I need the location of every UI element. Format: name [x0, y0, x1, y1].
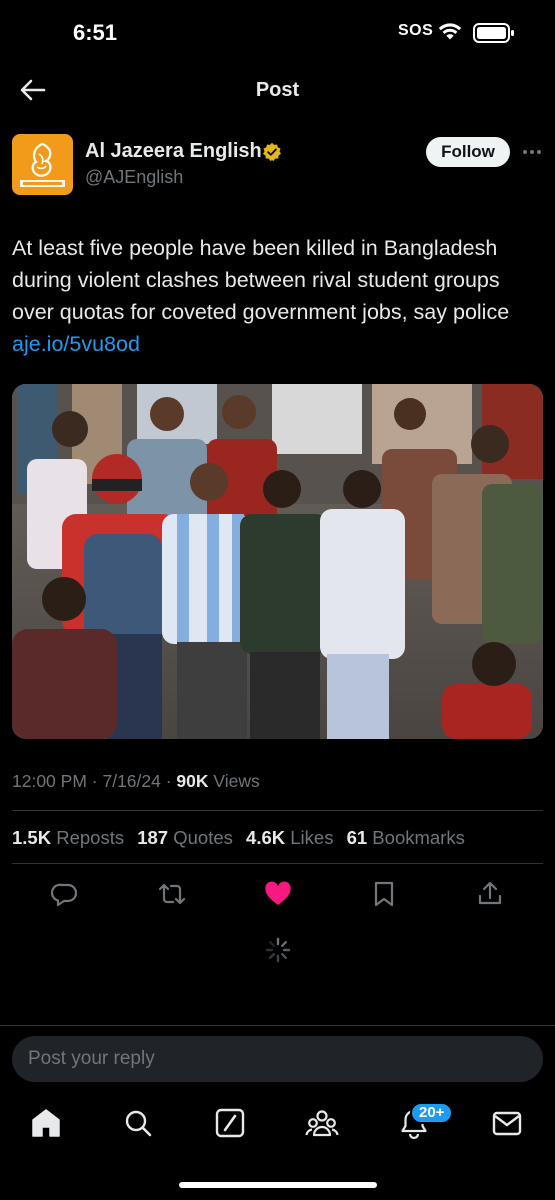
notifications-badge: 20+	[410, 1102, 454, 1124]
bookmark-icon[interactable]	[370, 880, 398, 908]
author-handle[interactable]: @AJEnglish	[85, 167, 183, 188]
more-options-icon[interactable]	[522, 148, 542, 156]
wifi-icon	[438, 23, 462, 40]
like-icon[interactable]	[264, 880, 292, 908]
repost-icon[interactable]	[158, 880, 186, 908]
al-jazeera-logo	[20, 142, 65, 187]
bookmarks-label: Bookmarks	[367, 827, 465, 848]
loading-spinner-icon	[265, 937, 291, 963]
post-text: At least five people have been killed in…	[12, 232, 547, 360]
bookmarks-stat[interactable]: 61 Bookmarks	[347, 827, 465, 848]
post-date: 7/16/24	[102, 771, 161, 791]
views-count: 90K	[176, 771, 209, 791]
communities-icon[interactable]	[305, 1106, 339, 1140]
status-time: 6:51	[73, 20, 118, 45]
share-icon[interactable]	[476, 880, 504, 908]
reply-input[interactable]: Post your reply	[12, 1036, 543, 1082]
avatar[interactable]	[12, 134, 73, 195]
page-title: Post	[255, 79, 300, 101]
post-link[interactable]: aje.io/5vu8od	[12, 332, 140, 356]
post-image[interactable]	[12, 384, 543, 739]
home-icon[interactable]	[29, 1106, 63, 1140]
reposts-stat[interactable]: 1.5K Reposts	[12, 827, 124, 848]
divider	[12, 810, 543, 811]
search-icon[interactable]	[121, 1106, 155, 1140]
likes-count: 4.6K	[246, 827, 286, 848]
divider	[12, 863, 543, 864]
messages-icon[interactable]	[490, 1106, 524, 1140]
divider	[0, 1025, 555, 1026]
meta-separator: ·	[86, 771, 103, 791]
sos-indicator: SOS	[398, 22, 434, 39]
reply-icon[interactable]	[51, 880, 79, 908]
post-time: 12:00 PM	[12, 771, 87, 791]
quotes-label: Quotes	[168, 827, 233, 848]
follow-button[interactable]: Follow	[426, 137, 510, 167]
quotes-stat[interactable]: 187 Quotes	[137, 827, 233, 848]
crowd-photo	[12, 384, 543, 739]
author-name[interactable]: Al Jazeera English	[85, 140, 262, 163]
engagement-stats: 1.5K Reposts 187 Quotes 4.6K Likes 61 Bo…	[12, 827, 473, 849]
verified-badge-icon	[263, 142, 281, 161]
quotes-count: 187	[137, 827, 169, 848]
bookmarks-count: 61	[346, 827, 368, 848]
post-meta: 12:00 PM · 7/16/24 · 90K Views	[12, 771, 260, 792]
home-indicator[interactable]	[179, 1182, 377, 1188]
status-bar: 6:51 SOS	[0, 0, 555, 62]
reposts-label: Reposts	[51, 827, 125, 848]
grok-icon[interactable]	[213, 1106, 247, 1140]
top-nav: Post	[0, 62, 555, 118]
views-label: Views	[208, 771, 260, 791]
likes-label: Likes	[285, 827, 334, 848]
battery-icon	[473, 23, 514, 43]
reposts-count: 1.5K	[12, 827, 52, 848]
post-body: At least five people have been killed in…	[12, 236, 510, 324]
meta-separator: ·	[160, 771, 177, 791]
likes-stat[interactable]: 4.6K Likes	[246, 827, 333, 848]
